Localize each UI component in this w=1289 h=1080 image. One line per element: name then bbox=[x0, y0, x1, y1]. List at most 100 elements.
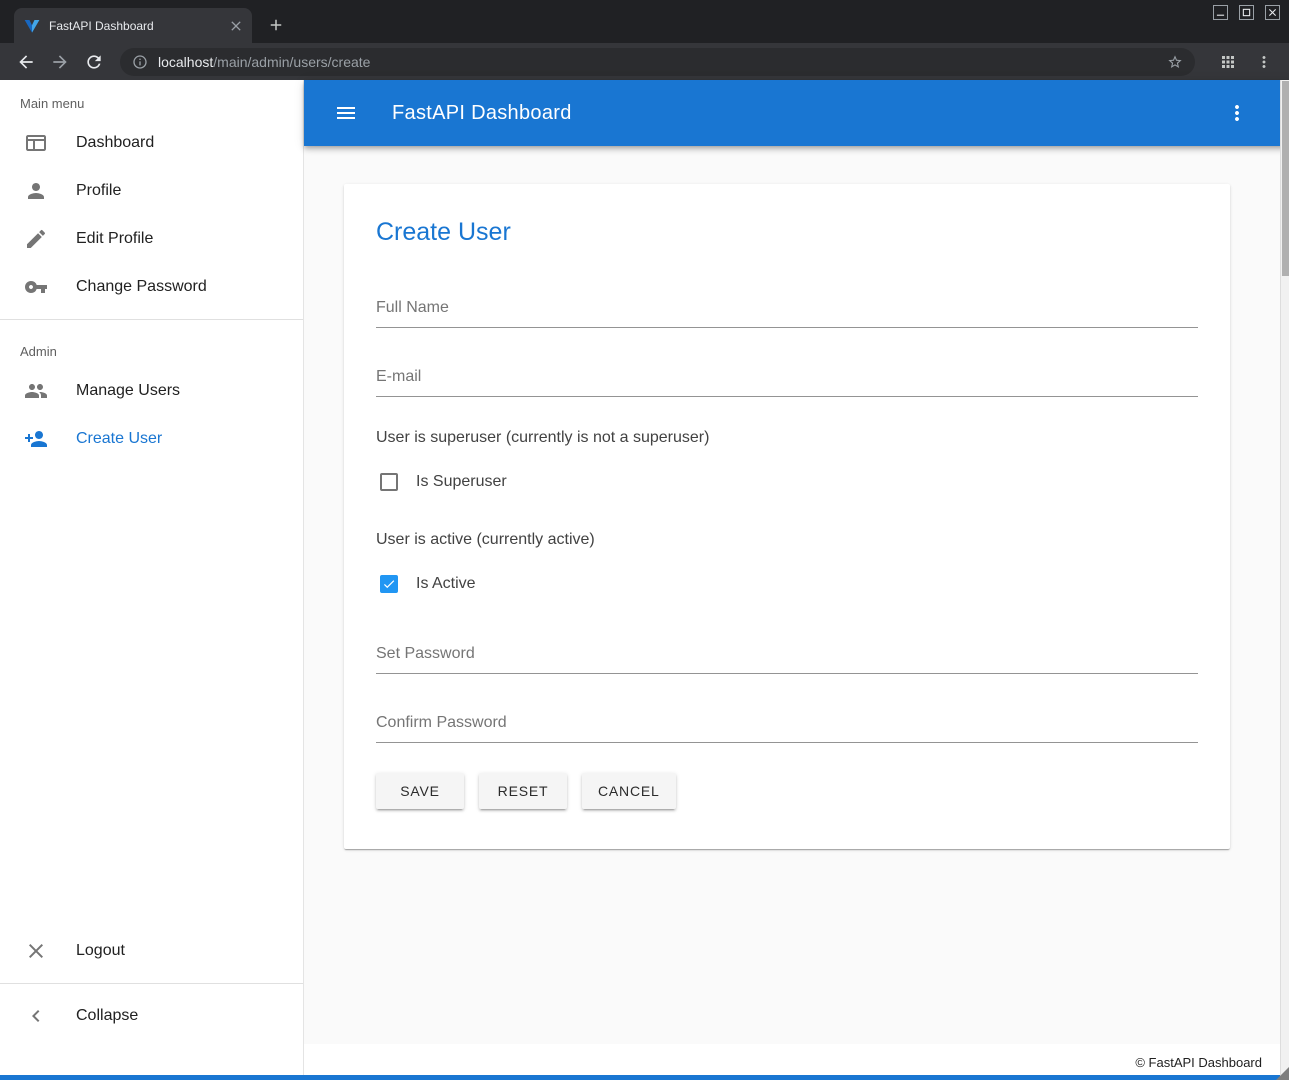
app-title: FastAPI Dashboard bbox=[392, 102, 1219, 125]
back-button[interactable] bbox=[12, 48, 40, 76]
form-buttons: SAVE RESET CANCEL bbox=[376, 773, 1198, 809]
extensions-icon bbox=[1219, 53, 1237, 71]
is-active-label[interactable]: Is Active bbox=[416, 575, 476, 593]
kebab-menu-icon bbox=[1225, 101, 1249, 125]
confirm-password-input[interactable] bbox=[376, 714, 1198, 743]
create-user-card: Create User User is superuser (currently… bbox=[344, 184, 1230, 849]
key-icon bbox=[24, 275, 48, 299]
active-checkbox-row: Is Active bbox=[376, 575, 1198, 593]
sidebar-divider bbox=[0, 319, 303, 320]
sidebar: Main menu Dashboard Profile Edit Profile bbox=[0, 80, 304, 1080]
browser-window: FastAPI Dashboard bbox=[0, 0, 1289, 1080]
reload-button[interactable] bbox=[80, 48, 108, 76]
app-bar: FastAPI Dashboard bbox=[304, 80, 1289, 146]
tab-strip: FastAPI Dashboard bbox=[0, 0, 1289, 43]
person-icon bbox=[24, 179, 48, 203]
set-password-field bbox=[376, 645, 1198, 674]
sidebar-item-label: Logout bbox=[76, 942, 125, 960]
window-minimize-button[interactable] bbox=[1213, 5, 1228, 20]
new-tab-button[interactable] bbox=[262, 11, 290, 39]
vuetify-logo-icon bbox=[24, 18, 40, 34]
footer-accent-bar bbox=[0, 1075, 1280, 1080]
dashboard-icon bbox=[24, 131, 48, 155]
sidebar-item-create-user[interactable]: Create User bbox=[0, 415, 303, 463]
address-bar[interactable]: localhost/main/admin/users/create bbox=[120, 48, 1195, 76]
full-name-field bbox=[376, 299, 1198, 328]
sidebar-item-label: Edit Profile bbox=[76, 230, 153, 248]
kebab-menu-icon bbox=[1255, 53, 1273, 71]
window-maximize-button[interactable] bbox=[1239, 5, 1254, 20]
superuser-checkbox-row: Is Superuser bbox=[376, 473, 1198, 491]
url-path: /main/admin/users/create bbox=[213, 54, 370, 70]
browser-menu-button[interactable] bbox=[1251, 49, 1277, 75]
hamburger-icon bbox=[334, 101, 358, 125]
page-title: Create User bbox=[376, 218, 1198, 247]
close-icon bbox=[1268, 8, 1277, 17]
sidebar-item-label: Collapse bbox=[76, 1007, 138, 1025]
set-password-input[interactable] bbox=[376, 645, 1198, 674]
sidebar-item-logout[interactable]: Logout bbox=[0, 927, 303, 975]
nav-drawer-toggle-button[interactable] bbox=[328, 95, 364, 131]
plus-icon bbox=[267, 16, 285, 34]
forward-button[interactable] bbox=[46, 48, 74, 76]
bookmark-star-button[interactable] bbox=[1165, 52, 1185, 72]
sidebar-spacer bbox=[0, 463, 303, 927]
browser-tab[interactable]: FastAPI Dashboard bbox=[14, 8, 252, 43]
sidebar-item-label: Create User bbox=[76, 430, 162, 448]
sidebar-section-admin: Admin bbox=[0, 328, 303, 367]
browser-toolbar: localhost/main/admin/users/create bbox=[0, 43, 1289, 80]
url-host: localhost bbox=[158, 54, 213, 70]
window-close-button[interactable] bbox=[1265, 5, 1280, 20]
active-hint: User is active (currently active) bbox=[376, 531, 1198, 549]
superuser-hint: User is superuser (currently is not a su… bbox=[376, 429, 1198, 447]
sidebar-divider bbox=[0, 983, 303, 984]
email-input[interactable] bbox=[376, 368, 1198, 397]
cancel-button[interactable]: CANCEL bbox=[582, 773, 676, 809]
sidebar-item-profile[interactable]: Profile bbox=[0, 167, 303, 215]
sidebar-item-edit-profile[interactable]: Edit Profile bbox=[0, 215, 303, 263]
save-button[interactable]: SAVE bbox=[376, 773, 464, 809]
url-text: localhost/main/admin/users/create bbox=[158, 54, 1165, 70]
person-add-icon bbox=[24, 427, 48, 451]
page-scrollbar[interactable] bbox=[1280, 80, 1289, 1080]
sidebar-item-label: Dashboard bbox=[76, 134, 154, 152]
sidebar-item-manage-users[interactable]: Manage Users bbox=[0, 367, 303, 415]
sidebar-item-label: Profile bbox=[76, 182, 121, 200]
sidebar-item-label: Change Password bbox=[76, 278, 207, 296]
chevron-left-icon bbox=[24, 1004, 48, 1028]
main-area: FastAPI Dashboard Create User User is su… bbox=[304, 80, 1289, 1080]
maximize-icon bbox=[1242, 8, 1251, 17]
reload-icon bbox=[84, 52, 104, 72]
sidebar-item-label: Manage Users bbox=[76, 382, 180, 400]
full-name-input[interactable] bbox=[376, 299, 1198, 328]
check-icon bbox=[382, 577, 396, 591]
content-area: Create User User is superuser (currently… bbox=[304, 146, 1289, 1044]
scrollbar-thumb[interactable] bbox=[1282, 81, 1289, 276]
tab-close-icon[interactable] bbox=[228, 18, 244, 34]
sidebar-section-main-menu: Main menu bbox=[0, 80, 303, 119]
sidebar-item-dashboard[interactable]: Dashboard bbox=[0, 119, 303, 167]
reset-button[interactable]: RESET bbox=[479, 773, 567, 809]
sidebar-item-collapse[interactable]: Collapse bbox=[0, 992, 303, 1040]
extensions-button[interactable] bbox=[1215, 49, 1241, 75]
back-arrow-icon bbox=[16, 52, 36, 72]
copyright-text: © FastAPI Dashboard bbox=[1135, 1055, 1262, 1070]
sidebar-item-change-password[interactable]: Change Password bbox=[0, 263, 303, 311]
people-icon bbox=[24, 379, 48, 403]
forward-arrow-icon bbox=[50, 52, 70, 72]
confirm-password-field bbox=[376, 714, 1198, 743]
window-controls bbox=[1213, 5, 1280, 20]
is-superuser-checkbox[interactable] bbox=[380, 473, 398, 491]
page: Main menu Dashboard Profile Edit Profile bbox=[0, 80, 1289, 1080]
is-superuser-label[interactable]: Is Superuser bbox=[416, 473, 507, 491]
tab-title: FastAPI Dashboard bbox=[49, 19, 228, 33]
star-icon bbox=[1167, 54, 1183, 70]
close-icon bbox=[24, 939, 48, 963]
is-active-checkbox[interactable] bbox=[380, 575, 398, 593]
minimize-icon bbox=[1216, 8, 1225, 17]
site-info-icon[interactable] bbox=[132, 54, 148, 70]
window-resize-grip bbox=[1276, 1067, 1289, 1080]
sidebar-bottom-padding bbox=[0, 1040, 303, 1080]
app-menu-button[interactable] bbox=[1219, 95, 1255, 131]
pencil-icon bbox=[24, 227, 48, 251]
